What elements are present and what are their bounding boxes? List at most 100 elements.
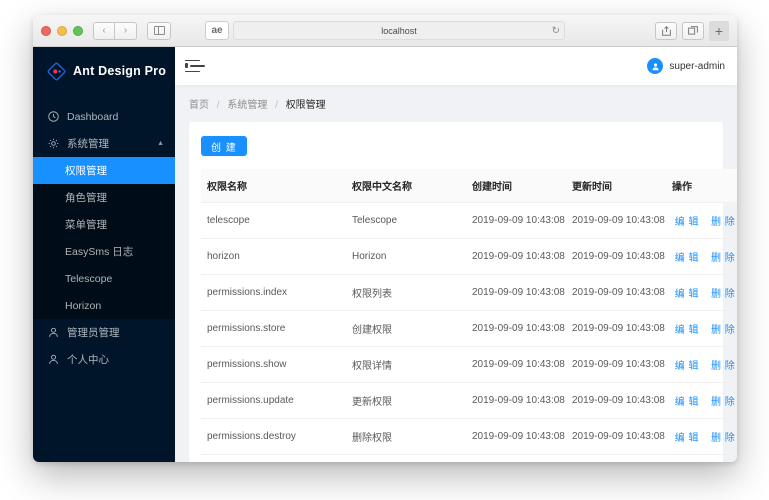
cell-permission-name: horizon [201, 239, 346, 275]
column-header-actions: 操作 [666, 169, 737, 203]
sidebar-item-label: 权限管理 [65, 163, 107, 178]
browser-sidebar-toggle-icon[interactable] [147, 22, 171, 40]
app-root: Ant Design Pro Dashboard [33, 47, 737, 462]
cell-permission-name: roles.index [201, 455, 346, 463]
cell-permission-name: permissions.show [201, 347, 346, 383]
table-row: roles.index角色列表2019-09-09 10:43:082019-0… [201, 455, 737, 463]
sidebar-item-role-management[interactable]: 角色管理 [33, 184, 175, 211]
edit-link[interactable]: 编 辑 [675, 433, 699, 444]
url-input[interactable]: localhost ↻ [233, 21, 565, 40]
delete-link[interactable]: 删 除 [711, 217, 735, 228]
create-button[interactable]: 创 建 [201, 136, 247, 156]
username-label: super-admin [669, 61, 725, 72]
sidebar-item-menu-management[interactable]: 菜单管理 [33, 211, 175, 238]
cell-permission-cn-name: 删除权限 [346, 419, 466, 455]
edit-link[interactable]: 编 辑 [675, 253, 699, 264]
table-body: telescopeTelescope2019-09-09 10:43:08201… [201, 203, 737, 463]
share-icon[interactable] [655, 22, 677, 40]
delete-link[interactable]: 删 除 [711, 433, 735, 444]
main-content: super-admin 首页 / 系统管理 / 权限管理 创 建 权限名称 [175, 47, 737, 462]
content-card: 创 建 权限名称 权限中文名称 创建时间 更新时间 操作 telescopeTe [189, 122, 723, 462]
table-row: telescopeTelescope2019-09-09 10:43:08201… [201, 203, 737, 239]
maximize-window-button[interactable] [73, 26, 83, 36]
reader-view-icon[interactable]: ae [205, 21, 229, 40]
sidebar-item-label: Telescope [65, 273, 112, 285]
table-row: permissions.index权限列表2019-09-09 10:43:08… [201, 275, 737, 311]
sidebar-item-dashboard[interactable]: Dashboard [33, 103, 175, 130]
address-bar-area: ae localhost ↻ [205, 21, 565, 40]
window-controls [41, 26, 83, 36]
cell-actions: 编 辑删 除 [666, 275, 737, 311]
sidebar-item-easysms-log[interactable]: EasySms 日志 [33, 238, 175, 265]
table-row: permissions.show权限详情2019-09-09 10:43:082… [201, 347, 737, 383]
close-window-button[interactable] [41, 26, 51, 36]
cell-updated-at: 2019-09-09 10:43:08 [566, 347, 666, 383]
menu-fold-icon[interactable] [185, 60, 200, 73]
cell-actions: 编 辑删 除 [666, 455, 737, 463]
back-icon[interactable]: ‹ [93, 22, 115, 40]
cell-created-at: 2019-09-09 10:43:08 [466, 455, 566, 463]
cell-actions: 编 辑删 除 [666, 383, 737, 419]
top-header: super-admin [175, 47, 737, 85]
edit-link[interactable]: 编 辑 [675, 361, 699, 372]
edit-link[interactable]: 编 辑 [675, 397, 699, 408]
sidebar-item-label: 个人中心 [67, 352, 109, 367]
navigation-buttons: ‹ › [93, 22, 137, 40]
cell-permission-cn-name: Telescope [346, 203, 466, 239]
cell-updated-at: 2019-09-09 10:43:08 [566, 383, 666, 419]
cell-updated-at: 2019-09-09 10:43:08 [566, 275, 666, 311]
browser-window: ‹ › ae localhost ↻ [33, 15, 737, 462]
delete-link[interactable]: 删 除 [711, 253, 735, 264]
sidebar-item-label: 角色管理 [65, 190, 107, 205]
edit-link[interactable]: 编 辑 [675, 289, 699, 300]
user-menu[interactable]: super-admin [647, 58, 725, 74]
sidebar-item-label: 管理员管理 [67, 325, 120, 340]
cell-actions: 编 辑删 除 [666, 347, 737, 383]
delete-link[interactable]: 删 除 [711, 325, 735, 336]
table-head: 权限名称 权限中文名称 创建时间 更新时间 操作 [201, 169, 737, 203]
cell-created-at: 2019-09-09 10:43:08 [466, 419, 566, 455]
setting-icon [47, 138, 60, 149]
sidebar-item-system-management[interactable]: 系统管理 ▲ [33, 130, 175, 157]
sidebar-item-telescope[interactable]: Telescope [33, 265, 175, 292]
sidebar-submenu: 权限管理 角色管理 菜单管理 EasySms 日志 Telescope [33, 157, 175, 319]
cell-created-at: 2019-09-09 10:43:08 [466, 347, 566, 383]
minimize-window-button[interactable] [57, 26, 67, 36]
user-icon [47, 327, 60, 338]
sidebar-item-label: 系统管理 [67, 136, 109, 151]
cell-actions: 编 辑删 除 [666, 239, 737, 275]
cell-updated-at: 2019-09-09 10:43:08 [566, 203, 666, 239]
tabs-overview-icon[interactable] [682, 22, 704, 40]
sidebar-item-admin-management[interactable]: 管理员管理 [33, 319, 175, 346]
column-header-created-at: 创建时间 [466, 169, 566, 203]
app-logo[interactable]: Ant Design Pro [33, 51, 175, 91]
new-tab-button[interactable]: + [709, 21, 729, 41]
cell-updated-at: 2019-09-09 10:43:08 [566, 419, 666, 455]
cell-permission-cn-name: Horizon [346, 239, 466, 275]
sidebar-item-personal-center[interactable]: 个人中心 [33, 346, 175, 373]
delete-link[interactable]: 删 除 [711, 397, 735, 408]
column-header-name: 权限名称 [201, 169, 346, 203]
reload-icon[interactable]: ↻ [552, 25, 560, 36]
edit-link[interactable]: 编 辑 [675, 325, 699, 336]
delete-link[interactable]: 删 除 [711, 289, 735, 300]
ant-design-logo-icon [47, 62, 66, 81]
sidebar-item-horizon[interactable]: Horizon [33, 292, 175, 319]
toolbar-right-buttons: + [655, 21, 729, 41]
delete-link[interactable]: 删 除 [711, 361, 735, 372]
sidebar-item-permission-management[interactable]: 权限管理 [33, 157, 175, 184]
column-header-cn-name: 权限中文名称 [346, 169, 466, 203]
cell-updated-at: 2019-09-09 10:43:08 [566, 311, 666, 347]
page-scroll-area[interactable]: 创 建 权限名称 权限中文名称 创建时间 更新时间 操作 telescopeTe [175, 122, 737, 462]
chevron-up-icon: ▲ [157, 140, 164, 147]
cell-permission-name: permissions.update [201, 383, 346, 419]
breadcrumb-item-home[interactable]: 首页 [189, 100, 209, 111]
cell-created-at: 2019-09-09 10:43:08 [466, 383, 566, 419]
forward-icon[interactable]: › [115, 22, 137, 40]
cell-permission-name: permissions.store [201, 311, 346, 347]
edit-link[interactable]: 编 辑 [675, 217, 699, 228]
breadcrumb-separator: / [275, 100, 278, 111]
table-row: horizonHorizon2019-09-09 10:43:082019-09… [201, 239, 737, 275]
sidebar-menu: Dashboard 系统管理 ▲ 权限管理 [33, 103, 175, 373]
breadcrumb-item-system[interactable]: 系统管理 [227, 100, 267, 111]
